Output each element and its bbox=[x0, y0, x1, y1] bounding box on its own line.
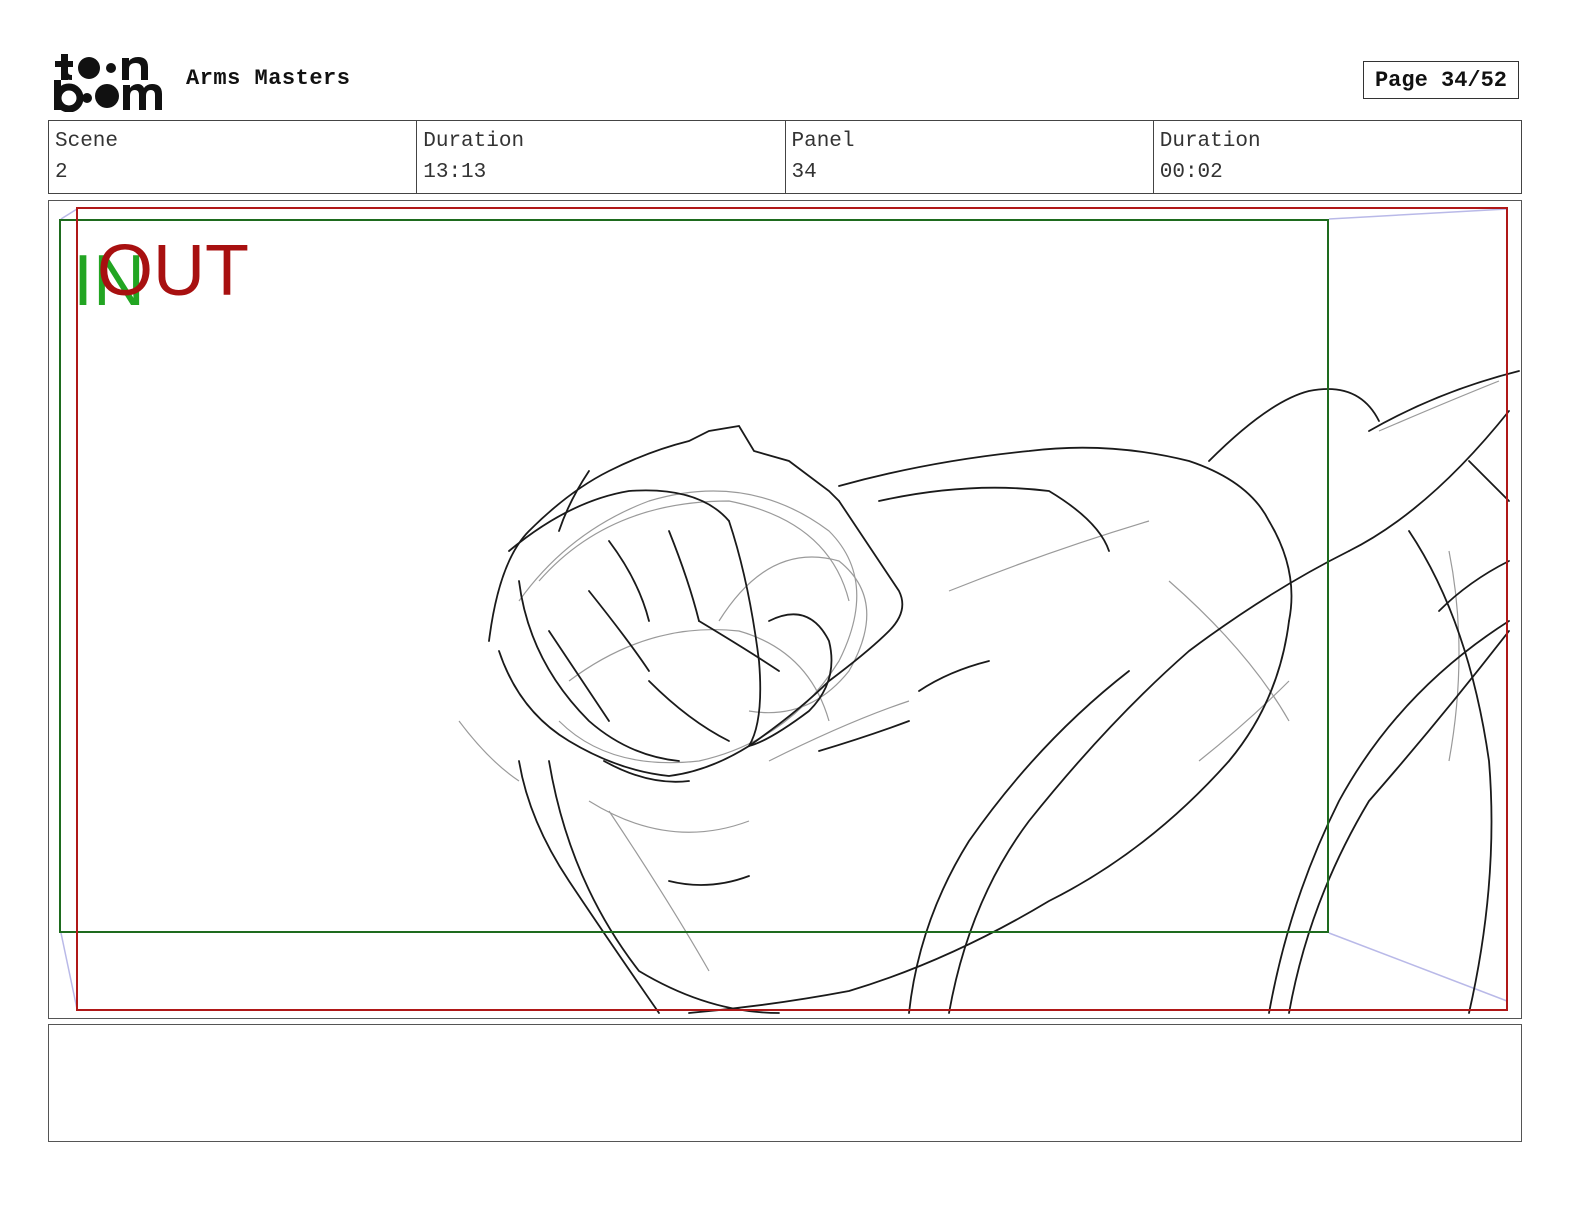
sketch-ink-lines bbox=[488, 370, 1520, 1014]
info-label: Duration bbox=[1159, 130, 1261, 153]
info-cell-panel: Panel 34 bbox=[786, 121, 1154, 193]
project-title: Arms Masters bbox=[186, 66, 351, 91]
page-indicator: Page 34/52 bbox=[1363, 61, 1519, 99]
sketch-drawing bbox=[59, 207, 1520, 1014]
info-cell-panel-duration: Duration 00:02 bbox=[1154, 121, 1521, 193]
info-value: 34 bbox=[791, 161, 817, 184]
info-value: 00:02 bbox=[1159, 161, 1223, 184]
scene-info-table: Scene 2 Duration 13:13 Panel 34 Duration… bbox=[48, 120, 1522, 194]
info-cell-scene-duration: Duration 13:13 bbox=[417, 121, 786, 193]
camera-out-frame bbox=[76, 207, 1508, 1011]
panel-notes-box[interactable] bbox=[48, 1024, 1522, 1142]
camera-out-label: OUT bbox=[97, 231, 249, 311]
camera-in-frame bbox=[59, 219, 1329, 933]
info-label: Scene bbox=[55, 130, 119, 153]
toon-boom-logo bbox=[52, 50, 164, 113]
sketch-construction-lines bbox=[458, 380, 1500, 972]
storyboard-panel: IN OUT bbox=[48, 200, 1522, 1019]
info-cell-scene: Scene 2 bbox=[49, 121, 418, 193]
info-value: 2 bbox=[55, 161, 68, 184]
info-label: Panel bbox=[791, 130, 855, 153]
info-value: 13:13 bbox=[423, 161, 487, 184]
info-label: Duration bbox=[423, 130, 525, 153]
